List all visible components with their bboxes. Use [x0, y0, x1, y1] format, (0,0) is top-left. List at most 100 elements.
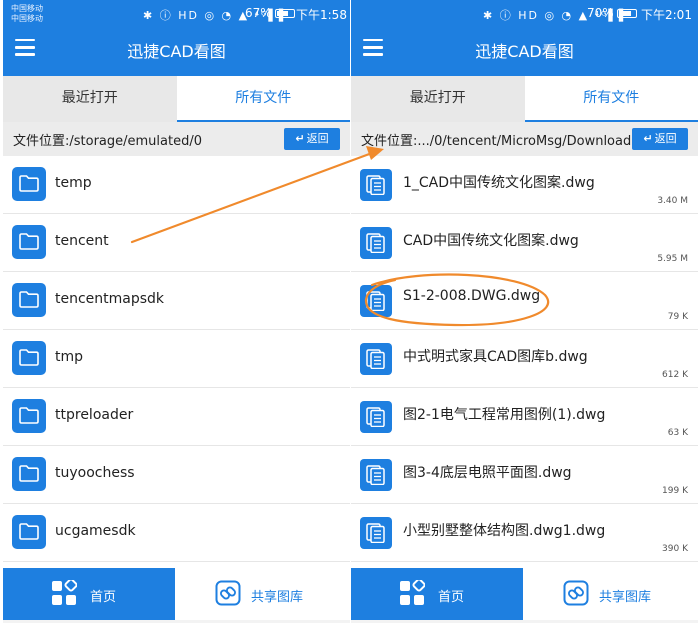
list-item[interactable]: ucgamesdk — [3, 504, 350, 562]
list-item[interactable]: tmp — [3, 330, 350, 388]
carrier-2: 中国移动 — [11, 14, 43, 23]
grid-icon — [52, 580, 77, 605]
list-item[interactable]: tuyoochess — [3, 446, 350, 504]
folder-name: temp — [55, 175, 92, 191]
battery-icon — [616, 9, 637, 18]
file-size: 199 K — [662, 486, 688, 496]
app-bar: 中国移动 中国移动 ✱ ⓘ HD ◎ ◔ ▲ ⁴ᴳ▌▌ 67% 下午1:58 迅… — [3, 0, 350, 76]
status-time: 下午1:58 — [296, 8, 347, 22]
nav-share-label: 共享图库 — [599, 590, 652, 605]
folder-icon — [12, 457, 46, 491]
folder-name: tuyoochess — [55, 465, 135, 481]
list-item[interactable]: S1-2-008.DWG.dwg 79 K — [351, 272, 698, 330]
list-item[interactable]: 中式明式家具CAD图库b.dwg 612 K — [351, 330, 698, 388]
carrier-label: 中国移动 中国移动 — [11, 4, 43, 24]
path-bar: 文件位置:/storage/emulated/0 ↵ 返回 — [3, 122, 350, 156]
nav-share-label: 共享图库 — [251, 590, 304, 605]
battery-percent: 67% — [245, 6, 272, 20]
file-size: 5.95 M — [657, 254, 688, 264]
list-item[interactable]: CAD中国传统文化图案.dwg 5.95 M — [351, 214, 698, 272]
status-bar: ✱ ⓘ HD ◎ ◔ ▲ ⁴ᴳ▌▌ 70% 下午2:01 — [351, 0, 698, 28]
tab-all-files[interactable]: 所有文件 — [524, 76, 698, 122]
battery-percent: 70% — [587, 6, 614, 20]
share-gallery-icon — [215, 580, 241, 606]
file-name: 图2-1电气工程常用图例(1).dwg — [403, 407, 606, 423]
battery-indicator: 67% — [245, 6, 298, 20]
bottom-nav: 首页 共享图库 — [351, 568, 698, 620]
status-time: 下午2:01 — [641, 8, 692, 22]
return-icon: ↵ — [295, 132, 305, 145]
folder-icon — [12, 341, 46, 375]
folder-name: tmp — [55, 349, 84, 365]
file-size: 79 K — [667, 312, 688, 322]
back-label: 返回 — [306, 132, 329, 145]
app-title: 迅捷CAD看图 — [127, 42, 226, 61]
tab-all-files[interactable]: 所有文件 — [176, 76, 350, 122]
file-size: 63 K — [667, 428, 688, 438]
back-button[interactable]: ↵ 返回 — [284, 128, 340, 150]
nav-home-label: 首页 — [90, 590, 117, 605]
folder-icon — [12, 167, 46, 201]
carrier-1: 中国移动 — [11, 4, 43, 13]
tab-recent[interactable]: 最近打开 — [351, 76, 525, 122]
app-title: 迅捷CAD看图 — [475, 42, 574, 61]
share-gallery-icon — [563, 580, 589, 606]
battery-icon — [274, 9, 295, 18]
file-size: 390 K — [662, 544, 688, 554]
list-item[interactable]: temp — [3, 156, 350, 214]
folder-name: ucgamesdk — [55, 523, 136, 539]
folder-list: temp tencent tencentmapsdk tmp ttpreload… — [3, 156, 350, 568]
file-name: 小型别墅整体结构图.dwg1.dwg — [403, 523, 606, 539]
list-item[interactable]: 1_CAD中国传统文化图案.dwg 3.40 M — [351, 156, 698, 214]
nav-share-button[interactable]: 共享图库 — [523, 568, 698, 620]
file-name: 图3-4底层电照平面图.dwg — [403, 465, 572, 481]
back-button[interactable]: ↵ 返回 — [632, 128, 688, 150]
file-name: CAD中国传统文化图案.dwg — [403, 233, 579, 249]
dwg-file-icon — [360, 343, 392, 375]
folder-icon — [12, 283, 46, 317]
folder-icon — [12, 399, 46, 433]
back-label: 返回 — [654, 132, 677, 145]
bottom-nav: 首页 共享图库 — [3, 568, 350, 620]
dwg-file-icon — [360, 227, 392, 259]
tab-recent[interactable]: 最近打开 — [3, 76, 177, 122]
return-icon: ↵ — [643, 132, 653, 145]
file-location: 文件位置:/storage/emulated/0 — [13, 134, 203, 149]
list-item[interactable]: 图3-4底层电照平面图.dwg 199 K — [351, 446, 698, 504]
path-bar: 文件位置:.../0/tencent/MicroMsg/Download ↵ 返回 — [351, 122, 698, 156]
nav-home-button[interactable]: 首页 — [351, 568, 523, 620]
battery-indicator: 70% — [587, 6, 640, 20]
app-bar: ✱ ⓘ HD ◎ ◔ ▲ ⁴ᴳ▌▌ 70% 下午2:01 迅捷CAD看图 — [351, 0, 698, 76]
list-item[interactable]: tencentmapsdk — [3, 272, 350, 330]
dwg-file-icon — [360, 401, 392, 433]
file-name: 1_CAD中国传统文化图案.dwg — [403, 175, 595, 191]
folder-icon — [12, 225, 46, 259]
dwg-file-icon — [360, 517, 392, 549]
file-size: 3.40 M — [657, 196, 688, 206]
right-screen: ✱ ⓘ HD ◎ ◔ ▲ ⁴ᴳ▌▌ 70% 下午2:01 迅捷CAD看图 最近打… — [351, 0, 698, 623]
grid-icon — [400, 580, 425, 605]
nav-home-label: 首页 — [438, 590, 465, 605]
status-bar: 中国移动 中国移动 ✱ ⓘ HD ◎ ◔ ▲ ⁴ᴳ▌▌ 67% 下午1:58 — [3, 0, 350, 28]
dwg-file-icon — [360, 169, 392, 201]
list-item[interactable]: 小型别墅整体结构图.dwg1.dwg 390 K — [351, 504, 698, 562]
tab-bar: 最近打开 所有文件 — [3, 76, 350, 122]
folder-name: ttpreloader — [55, 407, 134, 423]
file-name: S1-2-008.DWG.dwg — [403, 288, 541, 304]
dwg-file-icon — [360, 459, 392, 491]
list-item[interactable]: tencent — [3, 214, 350, 272]
file-name: 中式明式家具CAD图库b.dwg — [403, 349, 588, 365]
folder-name: tencentmapsdk — [55, 291, 165, 307]
folder-name: tencent — [55, 233, 109, 249]
folder-icon — [12, 515, 46, 549]
dwg-file-icon — [360, 285, 392, 317]
nav-share-button[interactable]: 共享图库 — [175, 568, 350, 620]
list-item[interactable]: ttpreloader — [3, 388, 350, 446]
file-list: 1_CAD中国传统文化图案.dwg 3.40 M CAD中国传统文化图案.dwg… — [351, 156, 698, 568]
list-item[interactable]: 图2-1电气工程常用图例(1).dwg 63 K — [351, 388, 698, 446]
tab-bar: 最近打开 所有文件 — [351, 76, 698, 122]
left-screen: 中国移动 中国移动 ✱ ⓘ HD ◎ ◔ ▲ ⁴ᴳ▌▌ 67% 下午1:58 迅… — [3, 0, 350, 623]
file-size: 612 K — [662, 370, 688, 380]
nav-home-button[interactable]: 首页 — [3, 568, 175, 620]
file-location: 文件位置:.../0/tencent/MicroMsg/Download — [361, 134, 632, 149]
